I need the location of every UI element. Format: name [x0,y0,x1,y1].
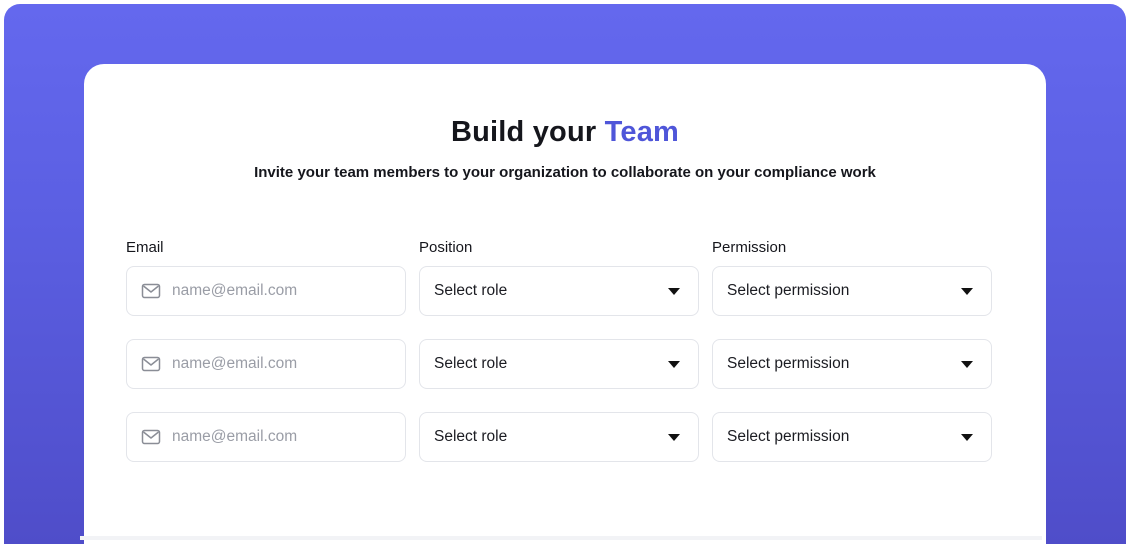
permission-select-row-2[interactable]: Select permission [712,339,992,389]
caret-down-icon [961,287,973,295]
caret-down-icon [668,433,680,441]
position-select-value: Select role [434,282,508,299]
email-field-row-1[interactable] [126,266,406,316]
page-title: Build your Team [84,116,1046,149]
position-select-value: Select role [434,355,508,372]
permission-select-value: Select permission [727,428,850,445]
mail-icon [141,429,161,445]
caret-down-icon [668,287,680,295]
mail-icon [141,283,161,299]
permission-select-value: Select permission [727,282,850,299]
email-input-row-2[interactable] [172,355,382,373]
title-accent: Team [604,116,680,148]
permission-select-row-3[interactable]: Select permission [712,412,992,462]
email-column-label: Email [126,239,164,256]
caret-down-icon [961,433,973,441]
title-main: Build your [450,116,597,148]
permission-select-row-1[interactable]: Select permission [712,266,992,316]
position-select-row-2[interactable]: Select role [419,339,699,389]
caret-down-icon [961,360,973,368]
email-input-row-1[interactable] [172,282,382,300]
page-subtitle: Invite your team members to your organiz… [254,164,876,181]
background-frame: Build your Team Invite your team members… [4,4,1126,544]
mail-icon [141,356,161,372]
position-column-label: Position [419,239,473,256]
email-input-row-3[interactable] [172,428,382,446]
invite-card: Build your Team Invite your team members… [84,64,1046,544]
position-select-row-1[interactable]: Select role [419,266,699,316]
position-select-value: Select role [434,428,508,445]
permission-column-label: Permission [712,239,787,256]
email-field-row-3[interactable] [126,412,406,462]
card-bottom-divider [80,536,1042,540]
caret-down-icon [668,360,680,368]
position-select-row-3[interactable]: Select role [419,412,699,462]
permission-select-value: Select permission [727,355,850,372]
email-field-row-2[interactable] [126,339,406,389]
